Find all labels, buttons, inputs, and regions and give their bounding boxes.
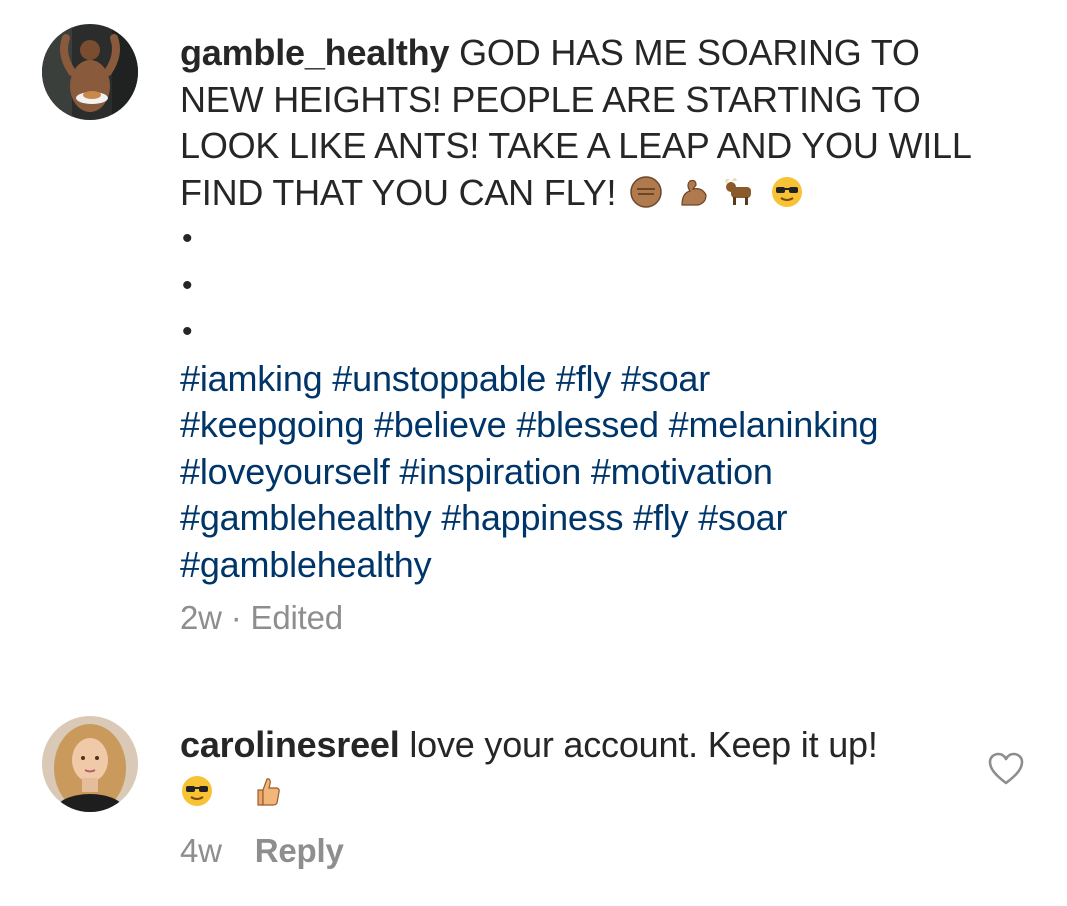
avatar-carolinesreel[interactable] <box>42 716 138 812</box>
username-carolinesreel[interactable]: carolinesreel <box>180 724 400 765</box>
bullet-3: • <box>182 315 193 348</box>
hashtag[interactable]: #fly <box>556 358 611 399</box>
hashtag[interactable]: #gamblehealthy <box>180 544 432 585</box>
avatar-gamble-healthy[interactable] <box>42 24 138 120</box>
reply-body: carolinesreel love your account. Keep it… <box>180 722 960 871</box>
hashtag[interactable]: #iamking <box>180 358 323 399</box>
hashtag[interactable]: #believe <box>374 404 507 445</box>
hashtag[interactable]: #fly <box>633 497 688 538</box>
reply-meta: 4w Reply <box>180 831 960 871</box>
hashtag[interactable]: #gamblehealthy <box>180 497 432 538</box>
hashtag[interactable]: #inspiration <box>399 451 581 492</box>
hashtag-list: #iamking #unstoppable #fly #soar #keepgo… <box>180 356 980 589</box>
hashtag[interactable]: #blessed <box>516 404 659 445</box>
hashtag[interactable]: #happiness <box>441 497 623 538</box>
flexed-biceps-emoji <box>676 175 710 209</box>
edited-label: Edited <box>250 599 344 636</box>
ox-emoji <box>723 175 757 209</box>
caption-body: gamble_healthy GOD HAS ME SOARING TO NEW… <box>180 30 980 638</box>
sunglasses-face-emoji <box>180 774 214 808</box>
hashtag[interactable]: #soar <box>621 358 710 399</box>
caption-meta: 2w · Edited <box>180 598 980 638</box>
avatar-image <box>42 24 138 120</box>
timestamp: 2w <box>180 599 222 636</box>
reply-text: love your account. Keep it up! <box>409 724 878 765</box>
bullet-2: • <box>182 268 193 302</box>
meta-separator: · <box>230 599 242 636</box>
hashtag[interactable]: #soar <box>698 497 787 538</box>
username-gamble-healthy[interactable]: gamble_healthy <box>180 32 449 73</box>
thumbs-up-emoji <box>250 774 284 808</box>
timestamp: 4w <box>180 832 222 869</box>
sunglasses-face-emoji <box>770 175 804 209</box>
hashtag[interactable]: #motivation <box>591 451 773 492</box>
hashtag[interactable]: #unstoppable <box>332 358 546 399</box>
hashtag[interactable]: #loveyourself <box>180 451 390 492</box>
hashtag[interactable]: #melaninking <box>669 404 879 445</box>
bullet-1: • <box>182 222 193 255</box>
heart-outline-icon[interactable] <box>988 752 1024 786</box>
fist-emoji <box>629 175 663 209</box>
hashtag[interactable]: #keepgoing <box>180 404 364 445</box>
avatar-image <box>42 716 138 812</box>
reply-button[interactable]: Reply <box>255 832 344 869</box>
